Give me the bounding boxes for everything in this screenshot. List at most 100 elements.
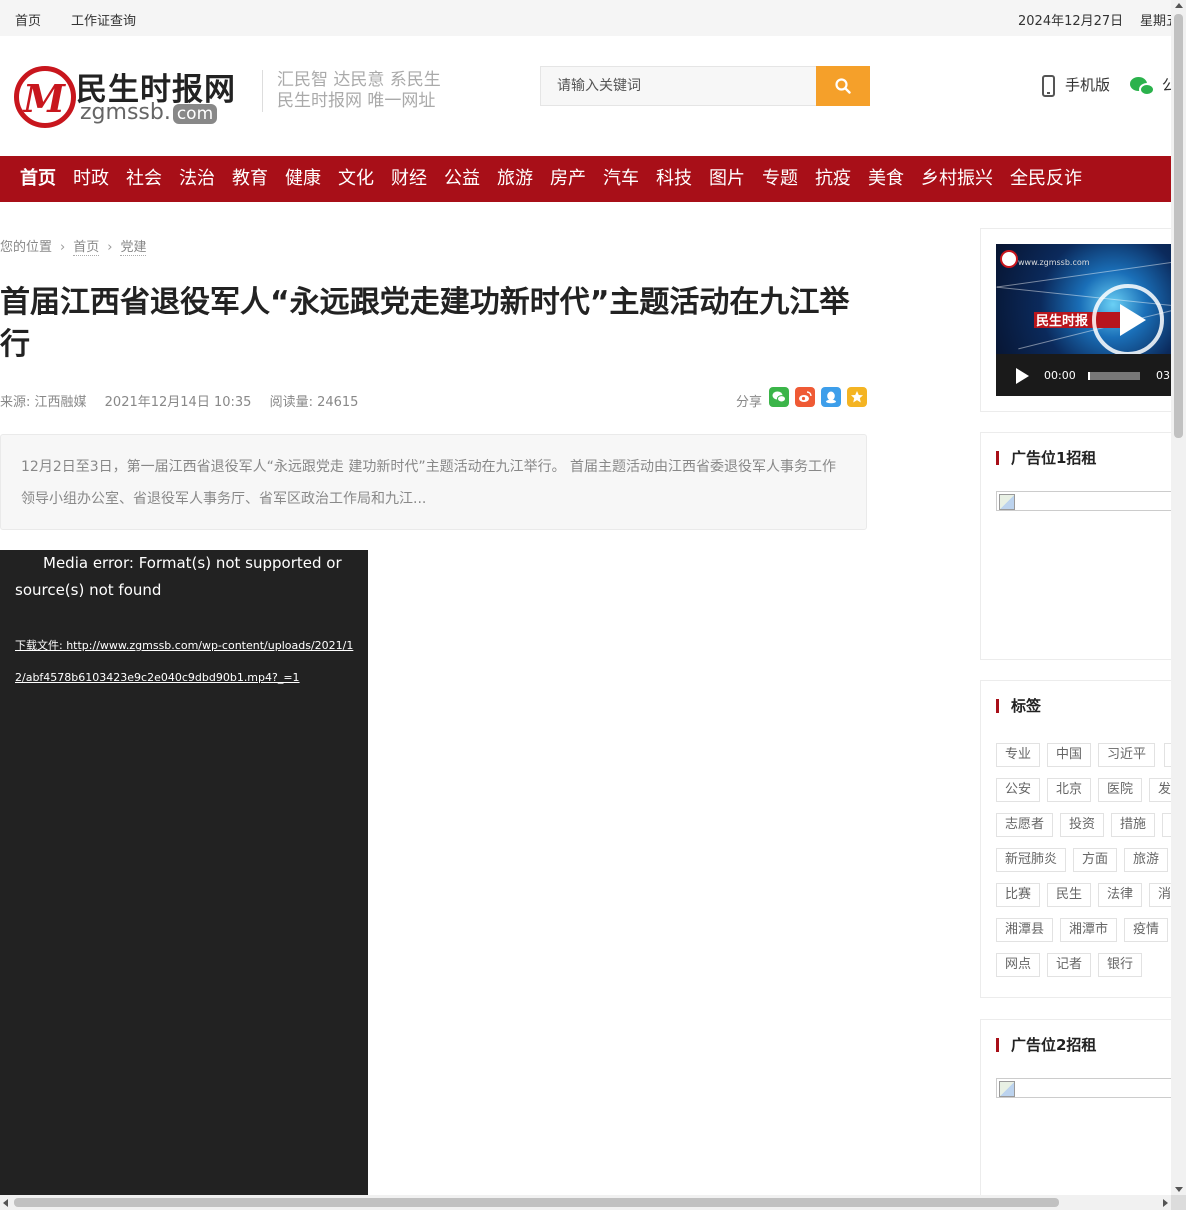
tag-item[interactable] [1164,743,1171,767]
share-qq-icon[interactable] [821,387,841,407]
video-thumbnail[interactable]: www.zgmssb.com 民生时报 [996,244,1171,354]
horizontal-scrollbar[interactable] [0,1195,1171,1210]
share-label: 分享 [736,395,763,410]
tag-item[interactable]: 中国 [1047,743,1092,767]
breadcrumb-home[interactable]: 首页 [73,240,100,256]
scroll-down-icon[interactable] [1175,1187,1183,1192]
site-header: M 民生时报网 zgmssb. com 汇民智 达民意 系民生 民生时报网 唯一网… [0,36,1171,156]
video-progress-bar[interactable] [1088,372,1140,380]
nav-item-charity[interactable]: 公益 [444,167,480,191]
nav-item-society[interactable]: 社会 [126,167,162,191]
tag-item[interactable]: 法律 [1098,883,1143,907]
nav-item-health[interactable]: 健康 [285,167,321,191]
nav-item-education[interactable]: 教育 [232,167,268,191]
share-weibo-icon[interactable] [795,387,815,407]
wechat-icon [1130,75,1156,97]
share-favorite-icon[interactable] [847,387,867,407]
media-error-message: Media error: Format(s) not supported or … [15,554,342,599]
tag-item[interactable]: 医院 [1098,778,1143,802]
tag-item[interactable]: 措施 [1111,813,1156,837]
current-date: 2024年12月27日 [1018,14,1124,29]
play-icon[interactable] [1016,368,1029,384]
tag-item[interactable]: 方面 [1073,848,1118,872]
scroll-up-icon[interactable] [1175,3,1183,8]
tag-item[interactable]: 投资 [1060,813,1105,837]
scroll-left-icon[interactable] [3,1199,8,1207]
top-bar: 首页 工作证查询 2024年12月27日 星期五 [0,0,1171,36]
video-duration: 03: [1156,369,1171,382]
nav-item-antifraud[interactable]: 全民反诈 [1010,167,1082,191]
download-file-link[interactable]: 下载文件: http://www.zgmssb.com/wp-content/u… [15,630,355,694]
video-current-time: 00:00 [1044,369,1076,382]
nav-item-photos[interactable]: 图片 [709,167,745,191]
video-badge: 民生时报 [1036,314,1089,329]
scroll-right-icon[interactable] [1163,1199,1168,1207]
tag-item[interactable]: 志愿者 [996,813,1054,837]
share-wechat-icon[interactable] [769,387,789,407]
broken-image-icon[interactable] [996,1078,1171,1098]
nav-item-politics[interactable]: 时政 [73,167,109,191]
logo-domain: zgmssb. com [80,100,218,125]
phone-icon [1042,74,1055,97]
nav-item-food[interactable]: 美食 [868,167,904,191]
nav-item-auto[interactable]: 汽车 [603,167,639,191]
tag-item[interactable]: 比赛 [996,883,1041,907]
video-controls: 00:00 03: [996,354,1171,396]
vertical-scrollbar[interactable] [1171,0,1186,1195]
chevron-right-icon: › [60,240,66,255]
play-circle-icon[interactable] [1092,284,1164,354]
tag-item[interactable]: 消费 [1149,883,1171,907]
tag-item[interactable]: 记者 [1047,953,1092,977]
tag-item[interactable]: 公安 [996,778,1041,802]
tag-item[interactable]: 新冠肺炎 [996,848,1067,872]
nav-item-topics[interactable]: 专题 [762,167,798,191]
article-source: 来源: 江西融媒 [0,395,87,410]
sidebar-tags: 标签 专业 中国 习近平 公安 北京 医院 发展 志愿者 投资 措施 新冠肺炎 … [980,680,1171,998]
search-icon [835,78,851,94]
wechat-link[interactable]: 公众号 [1130,74,1171,97]
breadcrumb-label: 您的位置 [0,240,53,255]
tag-item[interactable]: 习近平 [1098,743,1156,767]
nav-item-tech[interactable]: 科技 [656,167,692,191]
nav-item-finance[interactable]: 财经 [391,167,427,191]
tag-item[interactable]: 湘潭市 [1060,918,1118,942]
video-player[interactable]: Media error: Format(s) not supported or … [0,550,368,1195]
site-logo[interactable]: M 民生时报网 zgmssb. com [14,66,244,128]
tag-item[interactable]: 北京 [1047,778,1092,802]
ad-2-title: 广告位2招租 [996,1038,1096,1053]
tag-item[interactable]: 专业 [996,743,1041,767]
tag-item[interactable]: 旅游 [1124,848,1169,872]
tag-item[interactable]: 疫情 [1124,918,1169,942]
tag-item[interactable] [1162,813,1171,837]
tag-item[interactable]: 发展 [1149,778,1171,802]
tag-item[interactable]: 网点 [996,953,1041,977]
nav-item-home[interactable]: 首页 [20,167,56,191]
nav-item-law[interactable]: 法治 [179,167,215,191]
tag-item[interactable]: 银行 [1098,953,1143,977]
tag-item[interactable]: 湘潭县 [996,918,1054,942]
search-button[interactable] [816,66,870,106]
cert-query-link[interactable]: 工作证查询 [71,10,136,29]
horizontal-scroll-thumb[interactable] [14,1198,1059,1207]
article-summary: 12月2日至3日，第一届江西省退役军人“永远跟党走 建功新时代”主题活动在九江举… [0,434,867,530]
nav-item-travel[interactable]: 旅游 [497,167,533,191]
search-input[interactable] [540,66,816,106]
sidebar-ad-1: 广告位1招租 [980,432,1171,660]
sidebar-ad-2: 广告位2招租 [980,1019,1171,1195]
mobile-version-link[interactable]: 手机版 [1042,74,1110,97]
browser-viewport: 首页 工作证查询 2024年12月27日 星期五 M 民生时报网 zgmssb.… [0,0,1171,1195]
tags-title: 标签 [996,699,1041,714]
nav-item-realestate[interactable]: 房产 [550,167,586,191]
nav-item-rural[interactable]: 乡村振兴 [921,167,993,191]
current-weekday: 星期五 [1140,14,1171,29]
nav-item-epidemic[interactable]: 抗疫 [815,167,851,191]
nav-item-culture[interactable]: 文化 [338,167,374,191]
video-site-text: www.zgmssb.com [1018,258,1090,267]
top-home-link[interactable]: 首页 [15,10,41,29]
scrollbar-corner [1171,1195,1186,1210]
broken-image-icon[interactable] [996,491,1171,511]
breadcrumb-category[interactable]: 党建 [120,240,147,256]
vertical-scroll-thumb[interactable] [1174,14,1183,438]
logo-emblem-icon [1000,250,1018,268]
tag-item[interactable]: 民生 [1047,883,1092,907]
